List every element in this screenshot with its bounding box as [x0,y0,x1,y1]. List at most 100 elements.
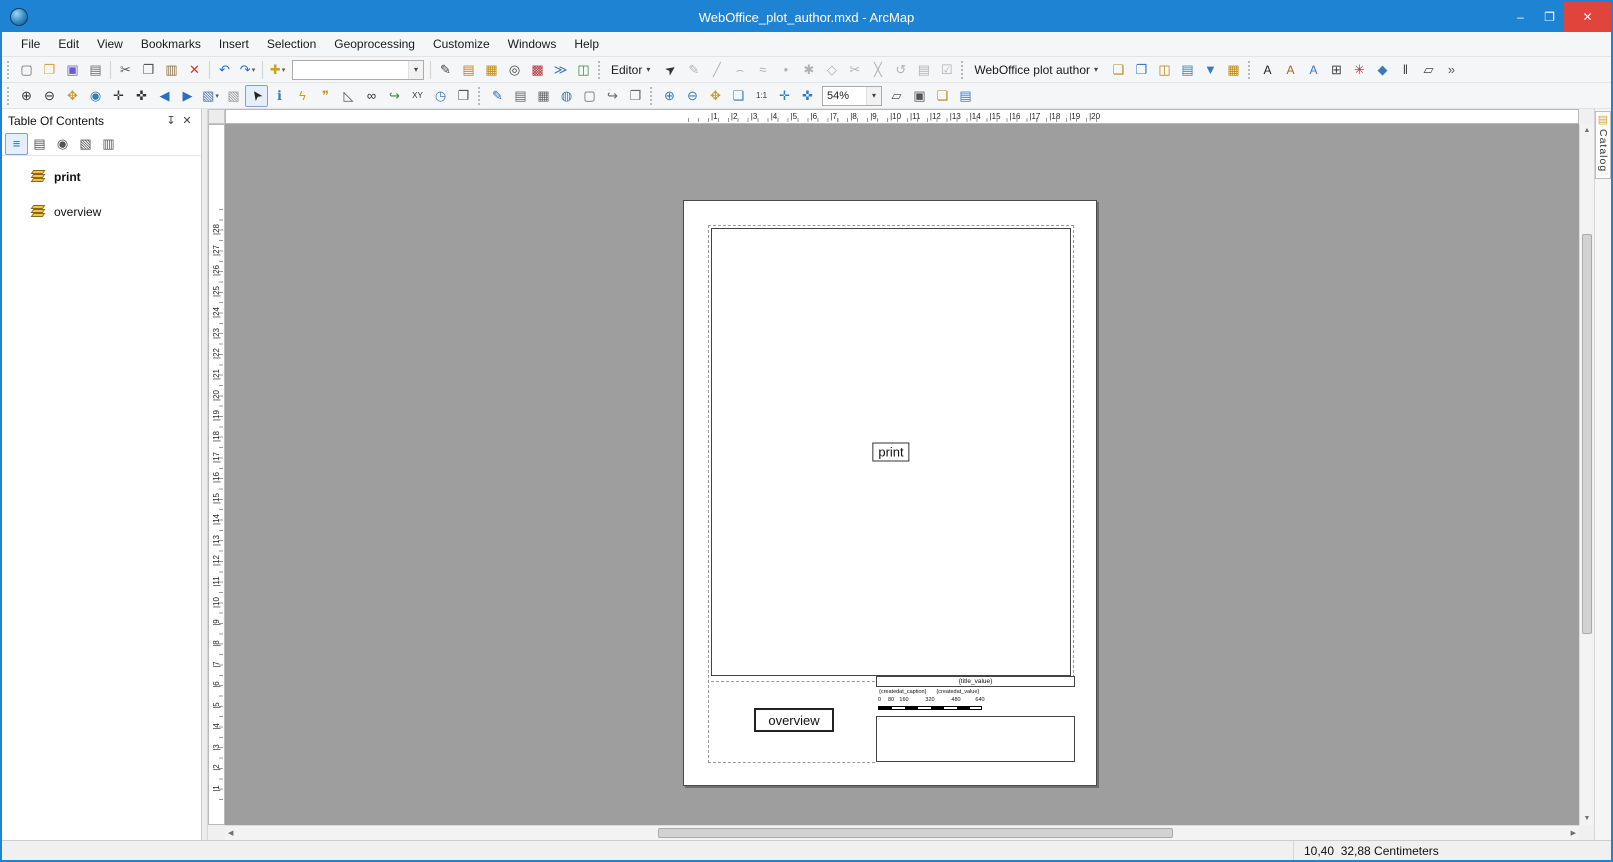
label-weight-ranking-icon[interactable]: A [1302,59,1325,81]
full-extent-icon[interactable]: ◉ [84,85,107,107]
list-by-source-icon[interactable]: ▤ [28,133,51,155]
pause-labeling-icon[interactable]: ‖ [1394,59,1417,81]
plot-book-icon[interactable]: ▤ [1176,59,1199,81]
table-page-icon[interactable]: ▤ [509,85,532,107]
python-window-icon[interactable]: ≫ [549,59,572,81]
layout-pan-icon[interactable]: ✥ [704,85,727,107]
menu-geoprocessing[interactable]: Geoprocessing [325,32,424,56]
toc-layer-print[interactable]: print [2,166,201,188]
open-folder-icon[interactable]: ❒ [38,59,61,81]
editor-toolbar-toggle-icon[interactable]: ✎ [434,59,457,81]
label-manager-icon[interactable]: A [1256,59,1279,81]
time-slider-icon[interactable]: ◷ [429,85,452,107]
overview-data-frame[interactable]: overview [754,708,834,732]
catalog-window-icon[interactable]: ▦ [480,59,503,81]
identify-icon[interactable]: ℹ [268,85,291,107]
lock-labels-icon[interactable]: ◆ [1371,59,1394,81]
menu-insert[interactable]: Insert [210,32,258,56]
menu-edit[interactable]: Edit [49,32,88,56]
editor-menu[interactable]: Editor▾ [606,59,659,81]
menu-file[interactable]: File [12,32,49,56]
list-by-selection-icon[interactable]: ▧ [74,133,97,155]
data-driven-pages-icon[interactable]: ▤ [954,85,977,107]
print-icon[interactable]: ▤ [84,59,107,81]
hyperlink-icon[interactable]: ϟ [291,85,314,107]
horizontal-scrollbar[interactable]: ◀ ▶ [225,825,1579,840]
html-popup-icon[interactable]: ❞ [314,85,337,107]
list-by-drawing-order-icon[interactable]: ≡ [5,133,28,155]
vertical-scroll-thumb[interactable] [1582,234,1592,634]
cut-icon[interactable]: ✂ [114,59,137,81]
title-block[interactable]: {title_value} {createdat_caption} {creat… [876,676,1075,764]
pin-icon[interactable]: ↧ [163,114,179,127]
minimize-button[interactable]: – [1506,2,1535,32]
label-summary-icon[interactable]: ✳ [1348,59,1371,81]
map-scale-combo[interactable]: ▾ [292,60,424,80]
scroll-right-icon[interactable]: ▶ [1571,829,1576,837]
go-forward-extent-icon[interactable]: ▶ [176,85,199,107]
list-by-visibility-icon[interactable]: ◉ [51,133,74,155]
table-of-contents-window-icon[interactable]: ▤ [457,59,480,81]
menu-help[interactable]: Help [565,32,608,56]
layout-zoom-out-icon[interactable]: ⊖ [681,85,704,107]
toc-layer-overview[interactable]: overview [2,201,201,223]
zoom-out-icon[interactable]: ⊖ [38,85,61,107]
key-numbering-icon[interactable]: ⊞ [1325,59,1348,81]
zoom-in-icon[interactable]: ⊕ [15,85,38,107]
close-icon[interactable]: ✕ [179,114,195,127]
layout-canvas[interactable]: print overview {title_value} {createdat_… [225,124,1579,825]
horizontal-scroll-thumb[interactable] [658,828,1173,838]
layout-fixed-zoom-in-icon[interactable]: ✛ [773,85,796,107]
vertical-scrollbar[interactable]: ▲ ▼ [1579,124,1594,825]
layout-zoom-100-icon[interactable]: 1:1 [750,85,773,107]
fixed-zoom-out-icon[interactable]: ✜ [130,85,153,107]
go-back-extent-icon[interactable]: ◀ [153,85,176,107]
weboffice-plot-author-menu[interactable]: WebOffice plot author▾ [969,59,1107,81]
layout-zoom-percent-combo[interactable]: 54%▾ [822,86,882,106]
pan-icon[interactable]: ✥ [61,85,84,107]
change-layout-icon[interactable]: ❏ [931,85,954,107]
scroll-up-icon[interactable]: ▲ [1580,127,1594,134]
menu-view[interactable]: View [88,32,132,56]
view-unplaced-labels-icon[interactable]: ▱ [1417,59,1440,81]
delete-icon[interactable]: ✕ [183,59,206,81]
chevron-down-icon[interactable]: ▾ [408,61,423,79]
measure-icon[interactable]: ◺ [337,85,360,107]
redo-icon[interactable]: ↷▾ [236,59,259,81]
copy-icon[interactable]: ❐ [137,59,160,81]
viewer-window-icon[interactable]: ❐ [452,85,475,107]
scroll-left-icon[interactable]: ◀ [228,829,233,837]
plot-copy-pages-icon[interactable]: ❐ [1130,59,1153,81]
save-icon[interactable]: ▣ [61,59,84,81]
new-document-icon[interactable]: ▢ [15,59,38,81]
arrow-page-icon[interactable]: ↪ [601,85,624,107]
menu-selection[interactable]: Selection [258,32,325,56]
scroll-down-icon[interactable]: ▼ [1580,815,1594,822]
menu-windows[interactable]: Windows [499,32,566,56]
globe-page-icon[interactable]: ◍ [555,85,578,107]
layout-zoom-whole-page-icon[interactable]: ❏ [727,85,750,107]
find-icon[interactable]: ∞ [360,85,383,107]
add-data-icon[interactable]: ✚▾ [266,59,289,81]
plot-export-icon[interactable]: ▼ [1199,59,1222,81]
layout-fixed-zoom-out-icon[interactable]: ✜ [796,85,819,107]
fixed-zoom-in-icon[interactable]: ✛ [107,85,130,107]
blank-page-icon[interactable]: ▢ [578,85,601,107]
modelbuilder-window-icon[interactable]: ◫ [572,59,595,81]
snapping-pencil-icon[interactable]: ✎ [486,85,509,107]
go-to-xy-icon[interactable]: XY [406,85,429,107]
copy-page-icon[interactable]: ❐ [624,85,647,107]
close-button[interactable]: ✕ [1564,2,1611,32]
plot-settings-icon[interactable]: ▦ [1222,59,1245,81]
plot-stack-icon[interactable]: ◫ [1153,59,1176,81]
layout-page[interactable]: print overview {title_value} {createdat_… [683,200,1097,786]
undo-icon[interactable]: ↶ [213,59,236,81]
grid-page-icon[interactable]: ▦ [532,85,555,107]
paste-icon[interactable]: ▥ [160,59,183,81]
search-window-icon[interactable]: ◎ [503,59,526,81]
maximize-button[interactable]: ❐ [1535,2,1564,32]
select-elements-icon[interactable]: ➤ [245,85,268,107]
select-features-icon[interactable]: ▧▾ [199,85,222,107]
arctoolbox-window-icon[interactable]: ▩ [526,59,549,81]
label-priority-ranking-icon[interactable]: A [1279,59,1302,81]
